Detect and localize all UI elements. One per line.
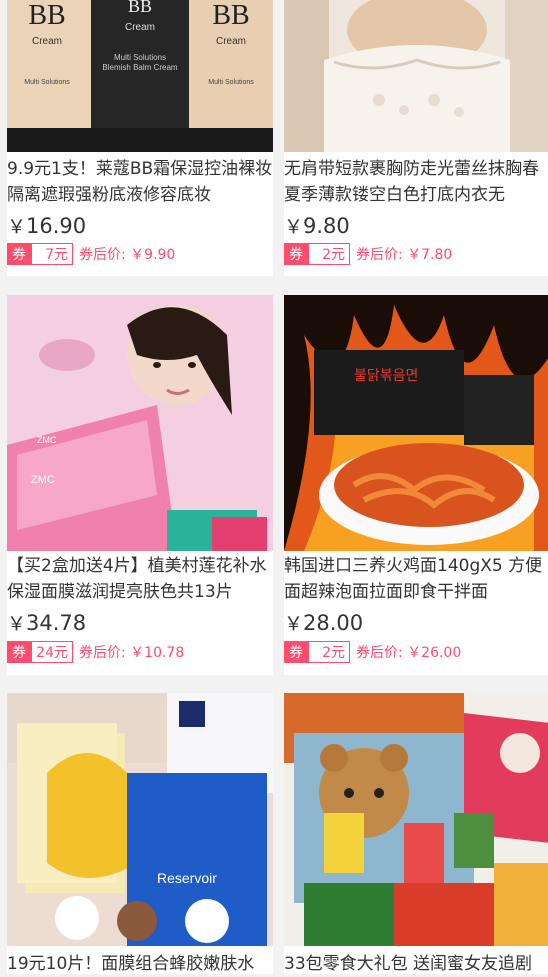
after-coupon-price: 券后价: ￥26.00 (356, 645, 462, 661)
svg-text:Multi Solutions: Multi Solutions (24, 79, 70, 86)
svg-text:Blemish Balm Cream: Blemish Balm Cream (102, 63, 177, 72)
product-title[interactable]: 【买2盒加送4片】植美村莲花补水保湿面膜滋润提亮肤色共13片 (7, 553, 273, 605)
lace-bra-image (284, 0, 548, 152)
after-coupon-price: 券后价: ￥7.80 (356, 247, 453, 263)
product-image[interactable]: 불닭볶음면 (284, 295, 548, 551)
after-coupon-price: 券后价: ￥9.90 (79, 247, 176, 263)
face-mask-box-image: ZMC ZMC (7, 295, 273, 551)
svg-text:Multi Solutions: Multi Solutions (208, 79, 254, 86)
product-price: ￥16.90 (7, 214, 87, 238)
product-card[interactable]: ZMC ZMC 【买2盒加送4片】植美村莲花补水保湿面膜滋润提亮肤色共13片 ￥… (7, 295, 273, 675)
product-title[interactable]: 韩国进口三养火鸡面140gX5 方便面超辣泡面拉面即食干拌面 (284, 553, 548, 605)
product-card[interactable]: 33包零食大礼包 送闺蜜女友追剧 (284, 693, 548, 974)
svg-text:Cream: Cream (32, 36, 62, 47)
svg-text:BB: BB (212, 0, 249, 31)
coupon-tag: 券 (7, 641, 31, 663)
product-title[interactable]: 9.9元1支！莱蔻BB霜保湿控油裸妆隔离遮瑕强粉底液修容底妆 (7, 156, 273, 208)
product-image[interactable] (284, 0, 548, 152)
coupon-amount: 7元 (31, 243, 73, 265)
svg-text:ZMC: ZMC (37, 435, 57, 445)
product-image[interactable]: Reservoir (7, 693, 273, 946)
product-image[interactable] (284, 693, 548, 946)
mask-combo-image: Reservoir (7, 693, 273, 946)
coupon-tag: 券 (7, 243, 31, 265)
product-card[interactable]: 无肩带短款裹胸防走光蕾丝抹胸春夏季薄款镂空白色打底内衣无 ￥9.80 券 2元 … (284, 0, 548, 276)
product-price: ￥28.00 (284, 611, 364, 635)
coupon-amount: 2元 (308, 641, 350, 663)
product-title[interactable]: 19元10片！面膜组合蜂胶嫩肤水 (7, 951, 273, 977)
coupon-badge[interactable]: 券 2元 券后价: ￥26.00 (284, 641, 461, 663)
spicy-noodles-image: 불닭볶음면 (284, 295, 548, 551)
snack-gift-box-image (284, 693, 548, 946)
svg-text:불닭볶음면: 불닭볶음면 (354, 367, 418, 383)
product-card[interactable]: Reservoir 19元10片！面膜组合蜂胶嫩肤水 (7, 693, 273, 974)
product-price: ￥9.80 (284, 214, 350, 238)
svg-text:ZMC: ZMC (31, 474, 55, 486)
product-title[interactable]: 33包零食大礼包 送闺蜜女友追剧 (284, 951, 548, 977)
product-card[interactable]: 불닭볶음면 韩国进口三养火鸡面140gX5 方便面超辣泡面拉面即食干拌面 ￥28… (284, 295, 548, 675)
coupon-badge[interactable]: 券 7元 券后价: ￥9.90 (7, 243, 175, 265)
svg-text:BB: BB (128, 0, 152, 16)
bb-label: BB (28, 0, 65, 31)
product-title[interactable]: 无肩带短款裹胸防走光蕾丝抹胸春夏季薄款镂空白色打底内衣无 (284, 156, 548, 208)
svg-text:Cream: Cream (125, 22, 155, 33)
product-price: ￥34.78 (7, 611, 87, 635)
after-coupon-price: 券后价: ￥10.78 (79, 645, 185, 661)
product-card[interactable]: BB Cream BB Cream Multi Solutions Blemis… (7, 0, 273, 276)
coupon-tag: 券 (284, 641, 308, 663)
bb-cream-tubes-image: BB Cream BB Cream Multi Solutions Blemis… (7, 0, 273, 152)
coupon-amount: 2元 (308, 243, 350, 265)
coupon-amount: 24元 (31, 641, 73, 663)
coupon-badge[interactable]: 券 24元 券后价: ￥10.78 (7, 641, 184, 663)
product-image[interactable]: ZMC ZMC (7, 295, 273, 551)
svg-text:Multi Solutions: Multi Solutions (114, 53, 166, 62)
svg-text:Cream: Cream (216, 36, 246, 47)
coupon-tag: 券 (284, 243, 308, 265)
coupon-badge[interactable]: 券 2元 券后价: ￥7.80 (284, 243, 452, 265)
product-image[interactable]: BB Cream BB Cream Multi Solutions Blemis… (7, 0, 273, 152)
reservoir-label: Reservoir (157, 870, 217, 886)
